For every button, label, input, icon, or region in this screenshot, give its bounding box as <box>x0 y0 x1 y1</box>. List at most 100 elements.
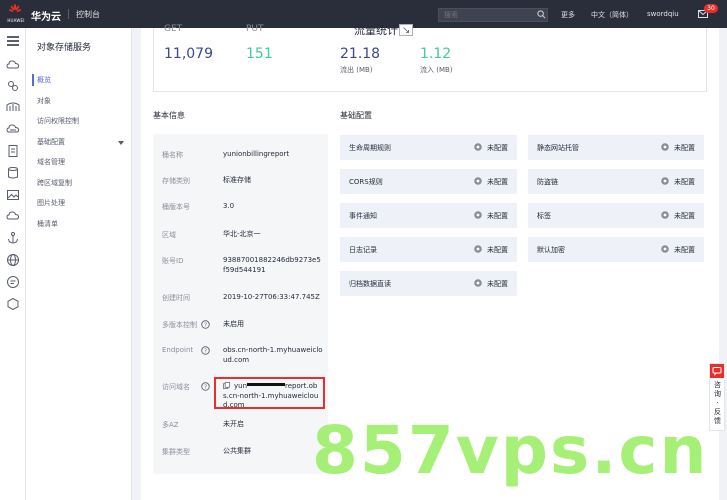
config-status: 未配置 <box>674 246 695 254</box>
config-hotlink-protection[interactable]: 防盗链 未配置 <box>528 169 704 194</box>
globe-icon[interactable] <box>6 253 20 267</box>
outbound-value: 21.18 <box>340 46 381 62</box>
stats-card: GET 11,079 PUT 151 流量统计 21.18 流出 (MB) 1.… <box>153 24 707 92</box>
config-label: 生命周期规则 <box>349 144 391 152</box>
config-status: 未配置 <box>487 178 508 186</box>
config-lifecycle[interactable]: 生命周期规则 未配置 <box>340 135 517 160</box>
console-link[interactable]: 控制台 <box>76 9 100 20</box>
get-label: GET <box>164 24 183 34</box>
cloud-outline-icon[interactable] <box>6 209 20 223</box>
feedback-label: 咨询·反馈 <box>714 381 721 425</box>
row-value: 标准存储 <box>223 176 251 184</box>
config-label: 默认加密 <box>537 246 565 254</box>
search-input[interactable] <box>438 8 548 22</box>
config-logging[interactable]: 日志记录 未配置 <box>340 237 517 262</box>
sidebar-item-domain-management[interactable]: 域名管理 <box>26 152 132 173</box>
menu-icon[interactable] <box>6 34 20 48</box>
config-status: 未配置 <box>674 212 695 220</box>
config-status: 未配置 <box>487 246 508 254</box>
huawei-logo[interactable]: HUAWEI <box>5 3 25 25</box>
service-icon-rail <box>0 28 26 500</box>
storage-cloud-icon[interactable] <box>6 122 20 136</box>
sidebar-item-label: 基础配置 <box>37 137 65 146</box>
user-menu[interactable]: swordqiu <box>647 10 679 18</box>
sidebar-item-objects[interactable]: 对象 <box>26 91 132 112</box>
config-tags[interactable]: 标签 未配置 <box>528 203 704 228</box>
help-icon[interactable]: ? <box>201 382 210 391</box>
more-menu[interactable]: 更多 <box>561 10 575 20</box>
row-value: 华北-北京一 <box>223 230 261 238</box>
config-cors[interactable]: CORS规则 未配置 <box>340 169 517 194</box>
row-label: 创建时间 <box>162 294 190 302</box>
status-icon <box>474 211 482 219</box>
row-label: 集群类型 <box>162 448 190 456</box>
notification-badge: 30 <box>704 4 718 13</box>
group-icon[interactable] <box>6 79 20 93</box>
row-value: yunionbillingreport <box>223 150 290 158</box>
chat-icon <box>710 364 724 378</box>
svg-text:?: ? <box>204 385 207 391</box>
row-label: 区域 <box>162 231 176 239</box>
status-icon <box>661 211 669 219</box>
status-icon <box>661 245 669 253</box>
config-event-notification[interactable]: 事件通知 未配置 <box>340 203 517 228</box>
service-title: 对象存储服务 <box>37 43 92 53</box>
row-label: 桶名称 <box>162 151 183 159</box>
sidebar-item-access-control[interactable]: 访问权限控制 <box>26 111 132 132</box>
document-icon[interactable] <box>6 144 20 158</box>
sidebar-item-image-processing[interactable]: 图片处理 <box>26 193 132 214</box>
config-default-encryption[interactable]: 默认加密 未配置 <box>528 237 704 262</box>
basic-info-panel: 桶名称 yunionbillingreport 存储类别 标准存储 桶版本号 3… <box>153 134 328 474</box>
config-static-website[interactable]: 静态网站托管 未配置 <box>528 135 704 160</box>
feedback-button[interactable]: 咨询·反馈 <box>709 363 725 431</box>
help-icon[interactable]: ? <box>201 320 210 329</box>
config-label: 日志记录 <box>349 246 377 254</box>
cloud-icon[interactable] <box>6 58 20 72</box>
row-value: 未开启 <box>223 420 244 428</box>
put-value: 151 <box>246 46 273 62</box>
language-selector[interactable]: 中文（简体） <box>591 10 633 20</box>
row-label: 桶版本号 <box>162 203 190 211</box>
config-status: 未配置 <box>487 280 508 288</box>
row-value: 93887001882246db9273e5f59d544191 <box>223 256 321 274</box>
row-label: 账号ID <box>162 257 184 265</box>
status-icon <box>661 143 669 151</box>
sidebar-item-inventory[interactable]: 桶清单 <box>26 214 132 235</box>
outbound-unit: 流出 (MB) <box>340 66 373 74</box>
hexagon-icon[interactable] <box>6 297 20 311</box>
search-icon[interactable] <box>537 10 546 19</box>
bridge-icon[interactable] <box>6 100 20 114</box>
highlight-box <box>214 377 325 409</box>
row-label: 存储类别 <box>162 177 190 185</box>
config-label: CORS规则 <box>349 178 383 186</box>
row-label: 多版本控制 <box>162 321 197 329</box>
sidebar-item-overview[interactable]: 概览 <box>26 70 132 91</box>
database-icon[interactable] <box>6 166 20 180</box>
expand-icon[interactable] <box>399 24 413 36</box>
row-label: Endpoint <box>162 346 194 354</box>
logo-text: HUAWEI <box>7 18 25 23</box>
svg-text:?: ? <box>204 349 207 355</box>
status-icon <box>474 143 482 151</box>
message-icon[interactable] <box>6 275 20 289</box>
row-value: 3.0 <box>223 202 235 210</box>
help-icon[interactable]: ? <box>201 346 210 355</box>
sidebar-item-basic-config[interactable]: 基础配置 <box>26 132 132 153</box>
row-value: 未启用 <box>223 320 244 328</box>
caret-down-icon <box>118 140 124 145</box>
row-label: 访问域名 <box>162 383 190 391</box>
image-icon[interactable] <box>6 188 20 202</box>
brand-name[interactable]: 华为云 <box>31 8 61 23</box>
status-icon <box>474 177 482 185</box>
service-sidebar: 对象存储服务 概览 对象 访问权限控制 基础配置 域名管理 跨区域复制 图片处理… <box>26 28 132 500</box>
divider <box>68 9 69 19</box>
config-label: 标签 <box>537 212 551 220</box>
status-icon <box>474 245 482 253</box>
get-value: 11,079 <box>164 46 213 62</box>
anchor-icon[interactable] <box>6 231 20 245</box>
config-label: 防盗链 <box>537 178 558 186</box>
svg-text:?: ? <box>204 323 207 329</box>
config-archive-direct-read[interactable]: 归档数据直读 未配置 <box>340 271 517 296</box>
config-status: 未配置 <box>487 212 508 220</box>
sidebar-item-cross-region-replication[interactable]: 跨区域复制 <box>26 173 132 194</box>
